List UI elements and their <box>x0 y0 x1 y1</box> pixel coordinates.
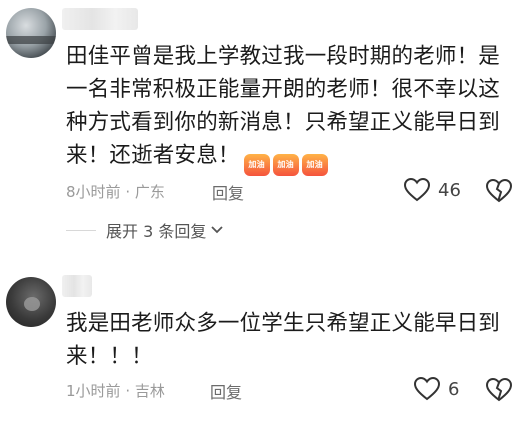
emoji-badges: 加油 加油 加油 <box>243 154 328 176</box>
comment-location: 吉林 <box>134 382 165 400</box>
comment-line: 一名非常积极正能量开朗的老师！很不幸以这 <box>66 77 501 102</box>
expand-replies[interactable]: 展开 3 条回复 <box>66 218 224 242</box>
reply-button[interactable]: 回复 <box>210 379 242 403</box>
comment-time: 8小时前 <box>66 183 121 201</box>
comment-time: 1小时前 <box>66 382 121 400</box>
broken-heart-icon <box>485 377 513 402</box>
like-button[interactable]: 6 <box>414 377 459 401</box>
user-avatar[interactable] <box>6 8 56 58</box>
heart-outline-icon <box>404 178 430 202</box>
comment-location: 广东 <box>134 183 165 201</box>
jiayou-emoji: 加油 <box>301 154 328 176</box>
like-button[interactable]: 46 <box>404 178 461 202</box>
comment-line-text: 来！还逝者安息！ <box>66 143 240 168</box>
divider <box>66 229 96 231</box>
chevron-down-icon <box>211 226 223 234</box>
dislike-button[interactable] <box>485 377 513 406</box>
username-redacted[interactable] <box>62 275 92 297</box>
comment-meta: 8小时前 · 广东 <box>66 183 165 201</box>
like-count: 46 <box>438 179 461 201</box>
comment-text: 田佳平曾是我上学教过我一段时期的老师！是 一名非常积极正能量开朗的老师！很不幸以… <box>66 40 501 176</box>
expand-replies-label: 展开 3 条回复 <box>106 222 207 241</box>
comment-meta: 1小时前 · 吉林 <box>66 382 165 400</box>
comment-line: 来！还逝者安息！ 加油 加油 加油 <box>66 139 500 176</box>
comment-line: 种方式看到你的新消息！只希望正义能早日到 <box>66 110 501 135</box>
comment-line: 我是田老师众多一位学生只希望正义能早日到 <box>66 311 501 336</box>
dislike-button[interactable] <box>485 178 513 207</box>
comment-line: 来！！！ <box>66 344 153 369</box>
user-avatar[interactable] <box>6 277 56 327</box>
comment-line: 田佳平曾是我上学教过我一段时期的老师！是 <box>66 44 501 69</box>
jiayou-emoji: 加油 <box>272 154 299 176</box>
username-redacted[interactable] <box>62 8 138 30</box>
reply-button[interactable]: 回复 <box>212 180 244 204</box>
broken-heart-icon <box>485 178 513 203</box>
jiayou-emoji: 加油 <box>243 154 270 176</box>
heart-outline-icon <box>414 377 440 401</box>
like-count: 6 <box>448 378 460 400</box>
comment-text: 我是田老师众多一位学生只希望正义能早日到 来！！！ <box>66 307 500 373</box>
